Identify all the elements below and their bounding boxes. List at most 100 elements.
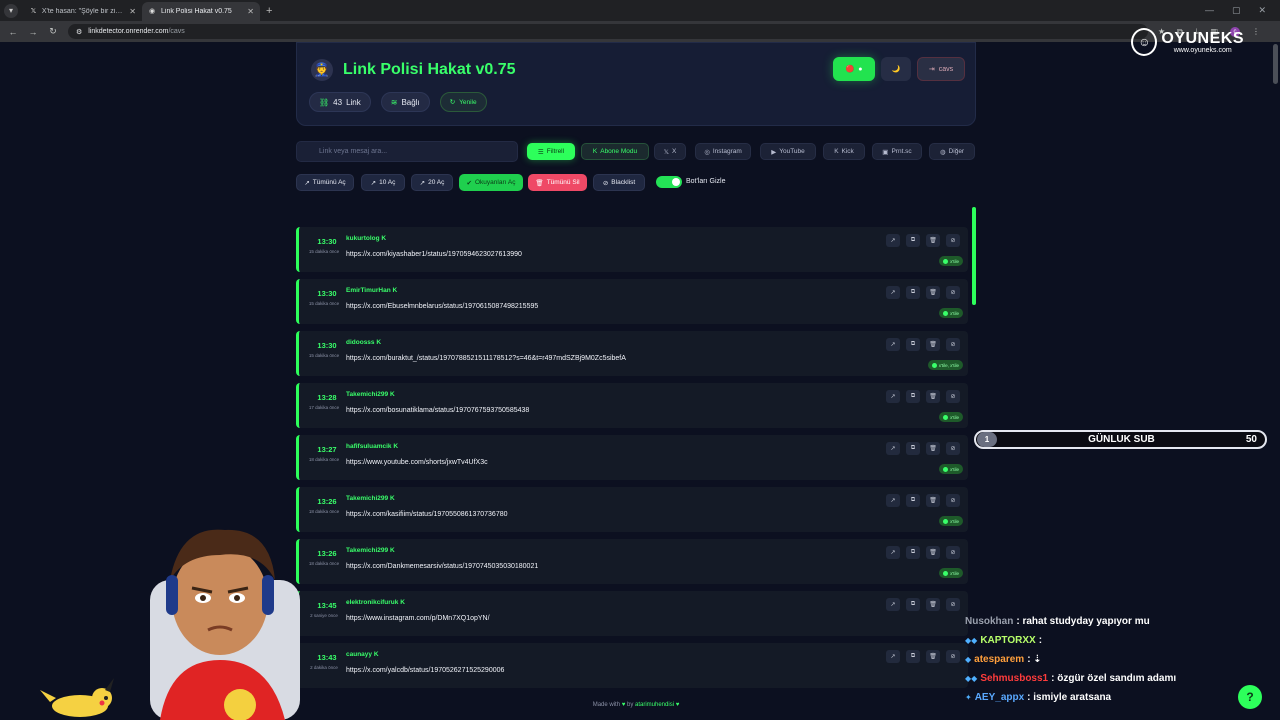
- link-username[interactable]: Takemichi299 K: [346, 495, 395, 502]
- link-card[interactable]: 13:27 18 dakika önce hafifsuluamcik Khttps…: [296, 435, 968, 480]
- tab-search-icon[interactable]: ▾: [4, 3, 18, 18]
- link-url[interactable]: https://x.com/yalcdb/status/197052627152…: [346, 667, 504, 674]
- maximize-icon[interactable]: ▢: [1232, 5, 1241, 16]
- delete-icon[interactable]: 🗑: [926, 338, 940, 351]
- filter-other-button[interactable]: ◍ Diğer: [929, 143, 975, 160]
- block-icon[interactable]: ⊘: [946, 234, 960, 247]
- open-20-button[interactable]: ↗ 20 Aç: [411, 174, 453, 191]
- link-card[interactable]: 13:30 15 dakika önce EmirTimurHan Khttps:/…: [296, 279, 968, 324]
- site-info-icon[interactable]: ⚙: [76, 28, 82, 36]
- link-username[interactable]: elektronikcifuruk K: [346, 599, 405, 606]
- copy-icon[interactable]: ⧉: [906, 286, 920, 299]
- reload-icon[interactable]: ↻: [48, 26, 58, 37]
- link-card[interactable]: 13:45 2 saniye önce elektronikcifuruk Khtt…: [296, 591, 968, 636]
- filter-x-button[interactable]: 𝕏X: [654, 143, 686, 160]
- delete-icon[interactable]: 🗑: [926, 546, 940, 559]
- open-read-button[interactable]: ✔ Okuyanları Aç: [459, 174, 523, 191]
- filter-prntsc-button[interactable]: ▣ Prnt.sc: [872, 143, 922, 160]
- filter-instagram-button[interactable]: ◎ Instagram: [695, 143, 751, 160]
- open-link-icon[interactable]: ↗: [886, 546, 900, 559]
- copy-icon[interactable]: ⧉: [906, 650, 920, 663]
- link-card[interactable]: 13:43 2 dakika önce caunayy Khttps://x.com…: [296, 643, 968, 688]
- open-link-icon[interactable]: ↗: [886, 338, 900, 351]
- link-username[interactable]: hafifsuluamcik K: [346, 443, 398, 450]
- link-username[interactable]: kukurtolog K: [346, 235, 386, 242]
- minimize-icon[interactable]: —: [1205, 5, 1214, 16]
- link-card[interactable]: 13:30 15 dakika önce didoosss Khttps://x.c…: [296, 331, 968, 376]
- copy-icon[interactable]: ⧉: [906, 598, 920, 611]
- delete-icon[interactable]: 🗑: [926, 494, 940, 507]
- copy-icon[interactable]: ⧉: [906, 442, 920, 455]
- open-10-button[interactable]: ↗ 10 Aç: [361, 174, 405, 191]
- hide-bots-toggle[interactable]: [656, 176, 682, 188]
- close-window-icon[interactable]: ✕: [1258, 5, 1266, 16]
- link-username[interactable]: Takemichi299 K: [346, 547, 395, 554]
- link-url[interactable]: https://x.com/buraktut_/status/197078852…: [346, 355, 626, 362]
- forward-icon[interactable]: →: [28, 27, 38, 37]
- page-scrollbar[interactable]: [1273, 44, 1278, 84]
- close-tab-icon[interactable]: ✕: [247, 7, 254, 16]
- delete-icon[interactable]: 🗑: [926, 598, 940, 611]
- block-icon[interactable]: ⊘: [946, 494, 960, 507]
- chat-username[interactable]: Nusokhan: [965, 616, 1013, 627]
- open-link-icon[interactable]: ↗: [886, 650, 900, 663]
- close-tab-icon[interactable]: ✕: [129, 7, 136, 16]
- link-url[interactable]: https://www.youtube.com/shorts/jxwTv4UfX…: [346, 459, 488, 466]
- search-input[interactable]: Link veya mesaj ara...: [296, 141, 518, 162]
- open-link-icon[interactable]: ↗: [886, 390, 900, 403]
- copy-icon[interactable]: ⧉: [906, 234, 920, 247]
- filter-kick-button[interactable]: K Kick: [823, 143, 865, 160]
- delete-all-button[interactable]: 🗑 Tümünü Sil: [528, 174, 587, 191]
- block-icon[interactable]: ⊘: [946, 650, 960, 663]
- link-card[interactable]: 13:26 18 dakika önce Takemichi299 Khttps:/…: [296, 539, 968, 584]
- link-card[interactable]: 13:30 15 dakika önce kukurtolog Khttps://x…: [296, 227, 968, 272]
- open-link-icon[interactable]: ↗: [886, 598, 900, 611]
- block-icon[interactable]: ⊘: [946, 286, 960, 299]
- copy-icon[interactable]: ⧉: [906, 338, 920, 351]
- link-url[interactable]: https://x.com/kiyashaber1/status/1970594…: [346, 251, 522, 258]
- chat-username[interactable]: AEY_appx: [975, 692, 1024, 703]
- delete-icon[interactable]: 🗑: [926, 650, 940, 663]
- chat-username[interactable]: atesparem: [974, 654, 1024, 665]
- filter-youtube-button[interactable]: ▶ YouTube: [760, 143, 816, 160]
- block-icon[interactable]: ⊘: [946, 390, 960, 403]
- copy-icon[interactable]: ⧉: [906, 546, 920, 559]
- block-icon[interactable]: ⊘: [946, 338, 960, 351]
- link-username[interactable]: didoosss K: [346, 339, 381, 346]
- link-url[interactable]: https://www.instagram.com/p/DMn7XQ1opYN/: [346, 615, 490, 622]
- delete-icon[interactable]: 🗑: [926, 234, 940, 247]
- filter-filtered-button[interactable]: ☰ Filtrell: [527, 143, 575, 160]
- link-url[interactable]: https://x.com/Dankmemesarsiv/status/1970…: [346, 563, 538, 570]
- block-icon[interactable]: ⊘: [946, 546, 960, 559]
- browser-tab-link-polisi[interactable]: ◉ Link Polisi Hakat v0.75 ✕: [142, 2, 260, 21]
- blacklist-button[interactable]: ⊘ Blacklist: [593, 174, 645, 191]
- sound-toggle-button[interactable]: 🔴 ●: [833, 57, 875, 81]
- open-link-icon[interactable]: ↗: [886, 234, 900, 247]
- new-tab-icon[interactable]: +: [266, 5, 272, 17]
- link-username[interactable]: EmirTimurHan K: [346, 287, 397, 294]
- delete-icon[interactable]: 🗑: [926, 442, 940, 455]
- theme-toggle-button[interactable]: 🌙: [881, 57, 911, 81]
- open-all-button[interactable]: ↗ Tümünü Aç: [296, 174, 354, 191]
- back-icon[interactable]: ←: [8, 27, 18, 37]
- link-url[interactable]: https://x.com/Ebuselmnbelarus/status/197…: [346, 303, 538, 310]
- browser-menu-icon[interactable]: ⋮: [1252, 27, 1260, 36]
- block-icon[interactable]: ⊘: [946, 598, 960, 611]
- link-card[interactable]: 13:26 18 dakika önce Takemichi299 Khttps:/…: [296, 487, 968, 532]
- chat-username[interactable]: Sehmusboss1: [980, 673, 1048, 684]
- browser-tab-x[interactable]: 𝕏 X'te hasan: "Şöyle bir zihniyete ✕: [24, 2, 142, 21]
- link-url[interactable]: https://x.com/bosunatiklama/status/19707…: [346, 407, 529, 414]
- url-bar[interactable]: ⚙ linkdetector.onrender.com/cavs: [68, 24, 1148, 39]
- link-username[interactable]: Takemichi299 K: [346, 391, 395, 398]
- help-button[interactable]: ?: [1238, 685, 1262, 709]
- copy-icon[interactable]: ⧉: [906, 390, 920, 403]
- chat-username[interactable]: KAPTORXX: [980, 635, 1035, 646]
- logout-button[interactable]: ⇥ cavs: [917, 57, 965, 81]
- footer-author[interactable]: atarimuhendisi: [635, 702, 674, 708]
- delete-icon[interactable]: 🗑: [926, 390, 940, 403]
- refresh-button[interactable]: ↻ Yenile: [439, 92, 487, 112]
- open-link-icon[interactable]: ↗: [886, 494, 900, 507]
- link-url[interactable]: https://x.com/kasifiim/status/1970550861…: [346, 511, 508, 518]
- open-link-icon[interactable]: ↗: [886, 442, 900, 455]
- delete-icon[interactable]: 🗑: [926, 286, 940, 299]
